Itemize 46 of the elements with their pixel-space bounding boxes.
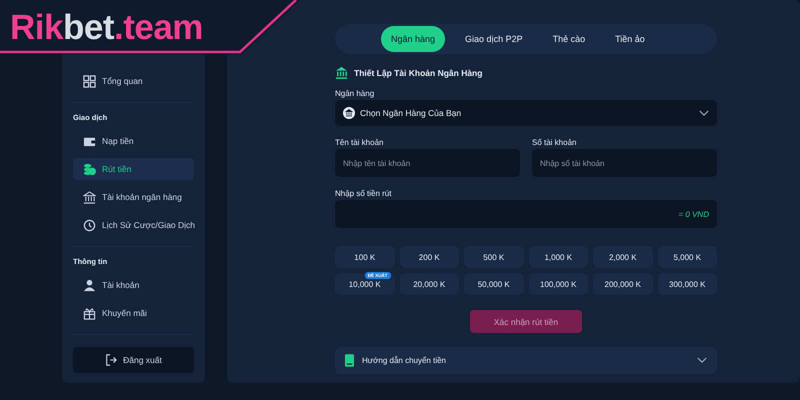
amount-chip[interactable]: 100,000 K — [528, 273, 588, 295]
amount-chip[interactable]: 100 K — [335, 246, 394, 268]
amount-chip[interactable]: 200,000 K — [593, 273, 652, 295]
user-icon — [83, 278, 96, 292]
bank-select[interactable]: Chọn Ngân Hàng Của Bạn — [335, 100, 717, 126]
tab[interactable]: Giao dịch P2P — [455, 26, 533, 52]
logout-button[interactable]: Đăng xuất — [73, 347, 194, 373]
field-label: Nhập số tiền rút — [335, 189, 392, 198]
sidebar-item[interactable]: Rút tiền — [73, 158, 194, 180]
sidebar-item[interactable]: Tổng quan — [73, 70, 194, 92]
amount-chip[interactable]: 500 K — [464, 246, 524, 268]
guide-accordion[interactable]: Hướng dẫn chuyển tiền — [335, 347, 717, 374]
coins-icon — [83, 162, 96, 176]
amount-field[interactable]: = 0 VND — [335, 200, 717, 228]
amount-chip[interactable]: 200 K — [400, 246, 459, 268]
document-icon — [345, 354, 354, 367]
input-field[interactable]: Nhập tên tài khoản — [335, 149, 520, 177]
bank-icon — [335, 66, 348, 79]
section-heading: Thiết Lập Tài Khoản Ngân Hàng — [354, 68, 482, 78]
amount-chip[interactable]: 20,000 K — [400, 273, 459, 295]
grid-icon — [83, 74, 96, 88]
history-icon — [83, 218, 96, 232]
sidebar-item[interactable]: Lịch Sử Cược/Giao Dịch — [73, 214, 194, 236]
field-label: Tên tài khoản — [335, 138, 384, 147]
chevron-down-icon — [699, 110, 709, 116]
amount-chip[interactable]: 2,000 K — [593, 246, 652, 268]
sidebar-item[interactable]: Khuyến mãi — [73, 302, 194, 324]
tab[interactable]: Tiền ảo — [605, 26, 655, 52]
tab[interactable]: Ngân hàng — [381, 26, 446, 52]
gift-icon — [83, 306, 96, 320]
amount-chip[interactable]: 5,000 K — [658, 246, 717, 268]
bank-icon — [343, 107, 355, 119]
sidebar-item[interactable]: Tài khoản ngân hàng — [73, 186, 194, 208]
chevron-down-icon — [697, 357, 707, 364]
sidebar-item[interactable]: Tài khoản — [73, 274, 194, 296]
field-label: Số tài khoản — [532, 138, 578, 147]
amount-chip[interactable]: 50,000 K — [464, 273, 524, 295]
logo[interactable]: Rikbet.team — [10, 8, 203, 48]
sidebar-item[interactable]: Nạp tiền — [73, 130, 194, 152]
amount-chip[interactable]: 300,000 K — [658, 273, 717, 295]
amount-chip[interactable]: 1,000 K — [528, 246, 588, 268]
input-field[interactable]: Nhập số tài khoản — [532, 149, 717, 177]
tab[interactable]: Thẻ cào — [542, 26, 596, 52]
logout-icon — [105, 354, 118, 366]
bank-icon — [83, 190, 96, 204]
field-label: Ngân hàng — [335, 89, 376, 98]
